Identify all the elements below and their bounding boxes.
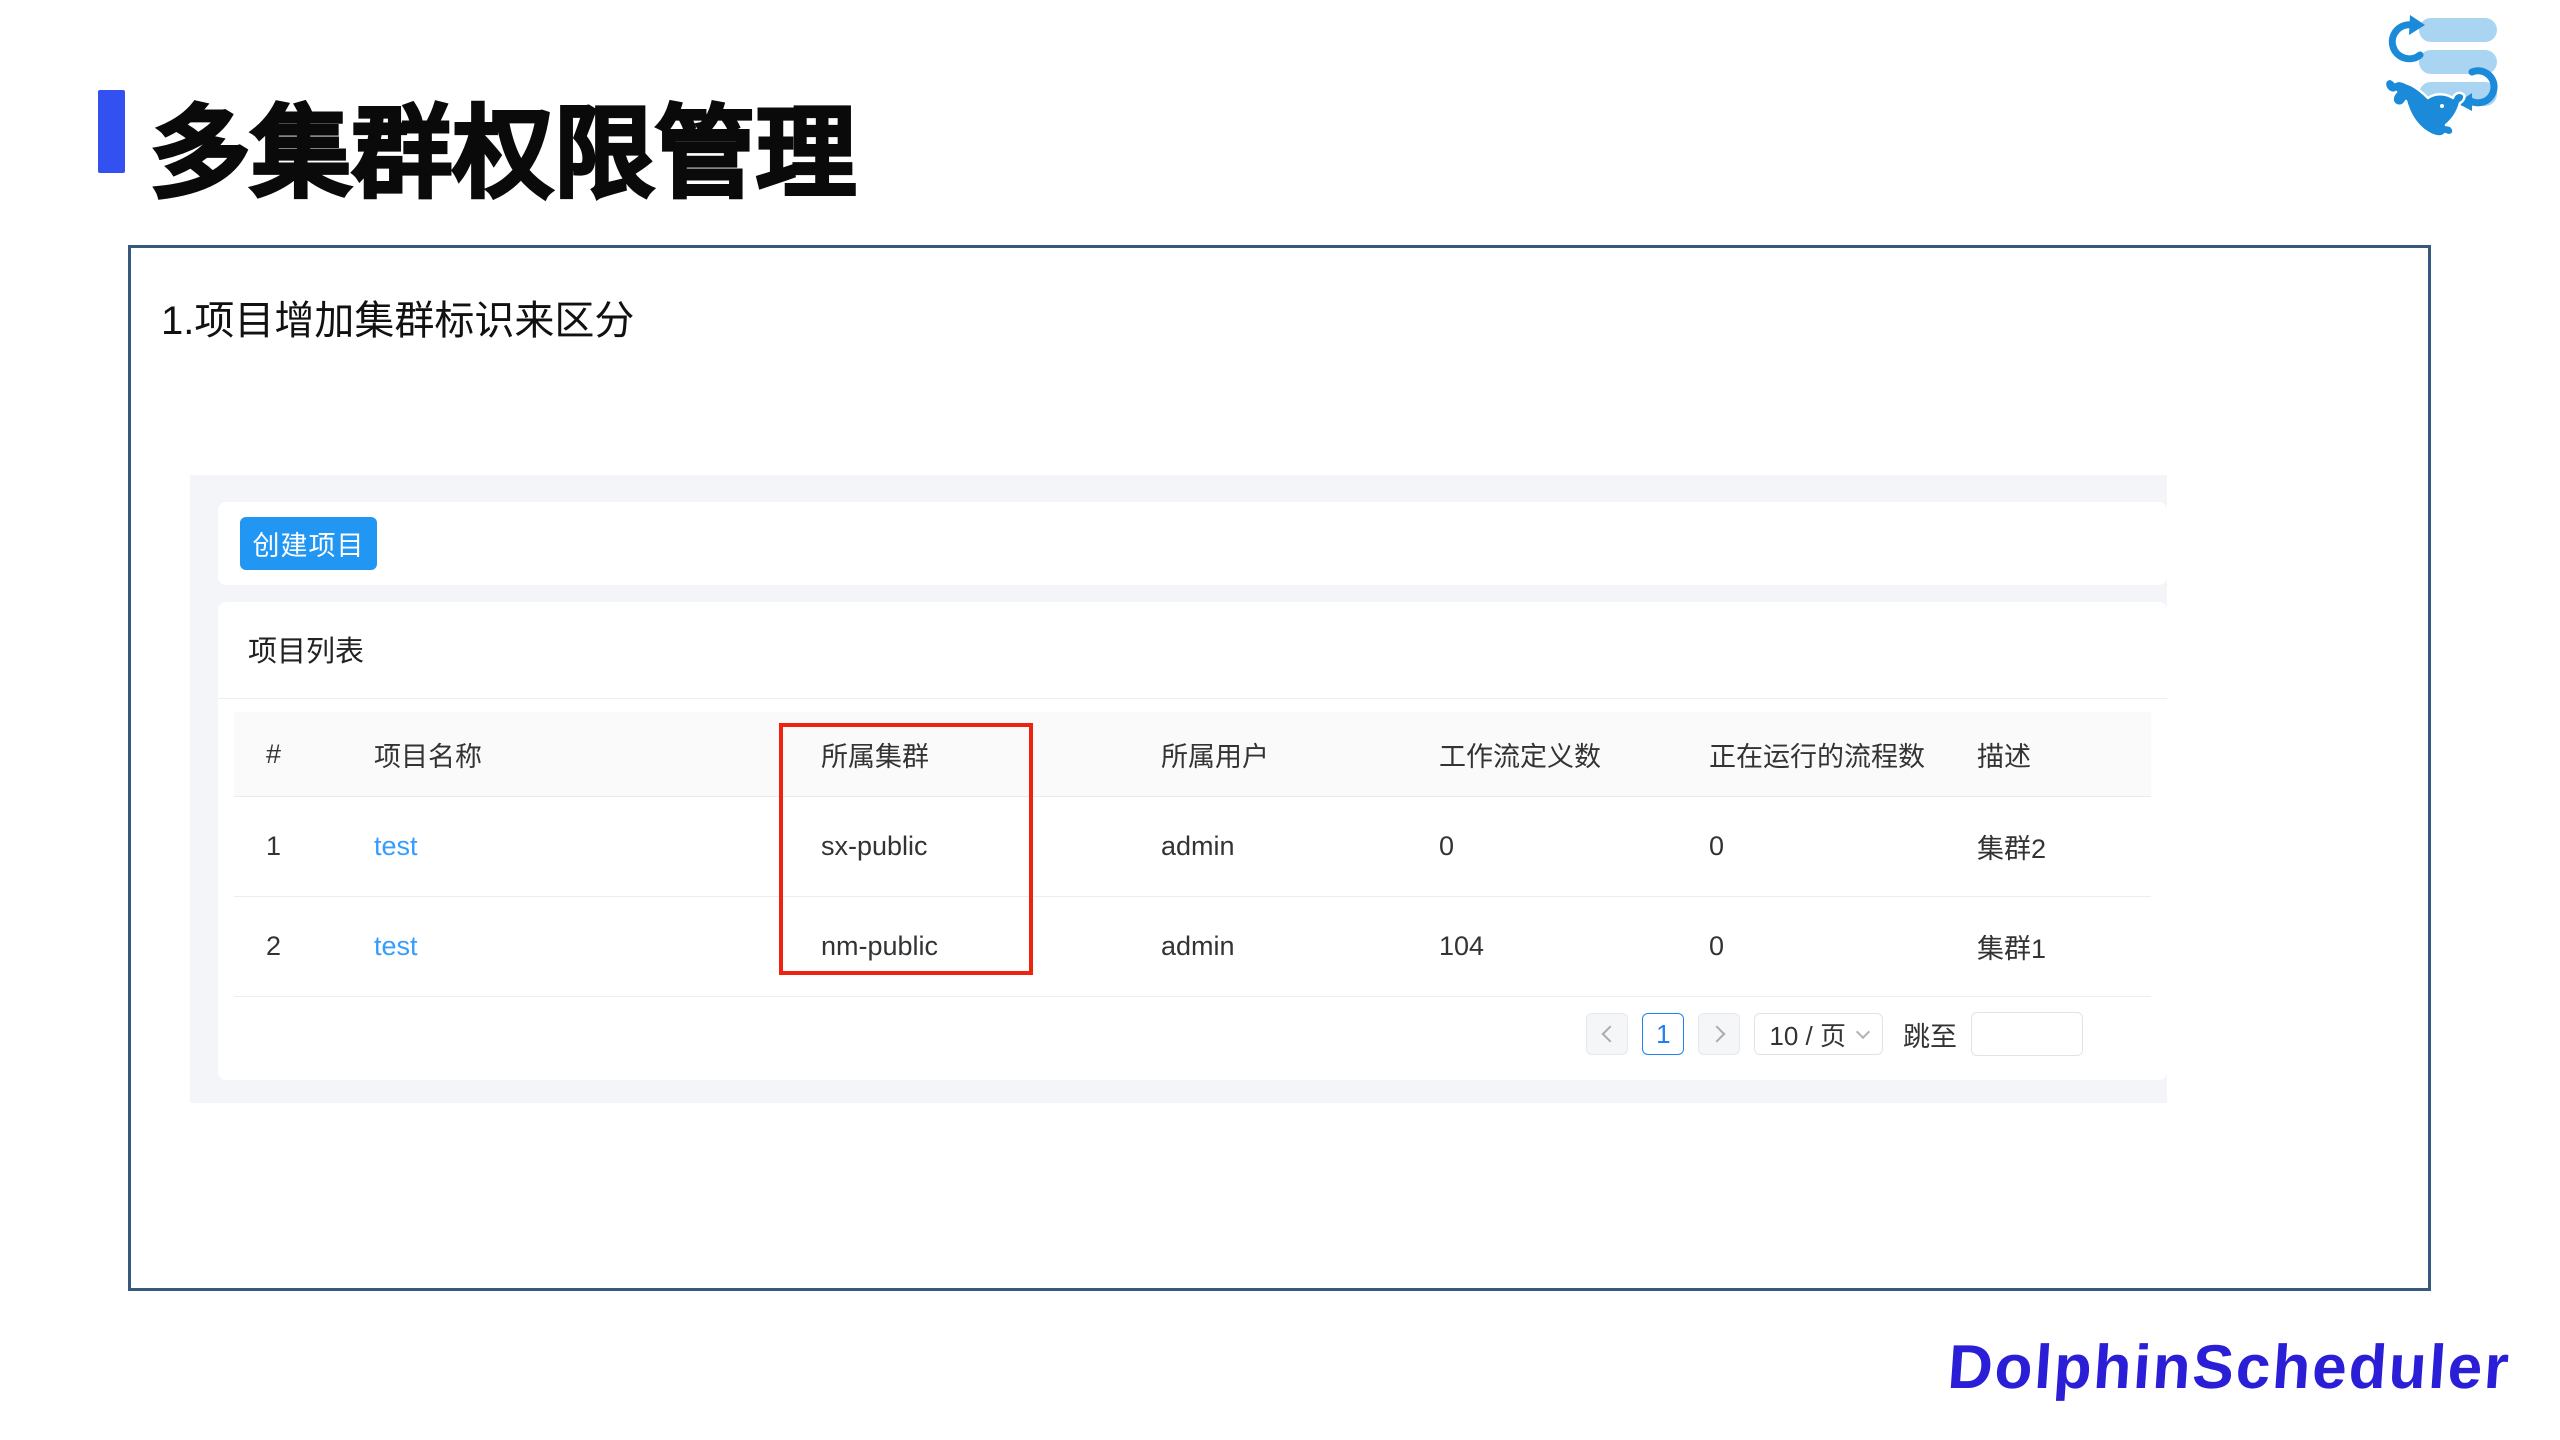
column-header-owner: 所属用户 — [1129, 712, 1407, 797]
column-header-cluster: 所属集群 — [789, 712, 1129, 797]
title-accent-bar — [98, 90, 125, 173]
page-title: 多集群权限管理 — [150, 72, 857, 217]
dolphinscheduler-logo — [2378, 6, 2506, 146]
table-cell-workflow-count: 104 — [1407, 897, 1677, 997]
card-divider — [218, 698, 2167, 699]
table-cell-index: 1 — [234, 797, 342, 897]
project-list-card: 项目列表 # 项目名称 所属集群 所属用户 工作流定义数 正在运行的流程数 描述… — [218, 602, 2167, 1080]
pagination-prev-button[interactable] — [1586, 1013, 1628, 1055]
chevron-down-icon — [1856, 1024, 1870, 1038]
table-cell-description: 集群1 — [1945, 897, 2151, 997]
table-cell-owner: admin — [1129, 897, 1407, 997]
content-box: 1.项目增加集群标识来区分 创建项目 项目列表 # 项目名称 所属集群 所属用户… — [128, 245, 2431, 1291]
table-cell-cluster: nm-public — [789, 897, 1129, 997]
pagination-next-button[interactable] — [1698, 1013, 1740, 1055]
toolbar-card: 创建项目 — [218, 502, 2167, 585]
column-header-workflow-count: 工作流定义数 — [1407, 712, 1677, 797]
list-title: 项目列表 — [248, 628, 364, 670]
pagination-page-1-button[interactable]: 1 — [1642, 1013, 1684, 1055]
app-screenshot-panel: 创建项目 项目列表 # 项目名称 所属集群 所属用户 工作流定义数 正在运行的流… — [190, 475, 2167, 1103]
table-cell-workflow-count: 0 — [1407, 797, 1677, 897]
pagination: 1 10 / 页 跳至 — [1586, 1012, 2083, 1056]
jump-to-label: 跳至 — [1903, 1015, 1957, 1054]
create-project-button[interactable]: 创建项目 — [240, 517, 377, 570]
table-cell-description: 集群2 — [1945, 797, 2151, 897]
table-cell-running-count: 0 — [1677, 797, 1945, 897]
table-cell-index: 2 — [234, 897, 342, 997]
table-cell-running-count: 0 — [1677, 897, 1945, 997]
table-cell-project-name: test — [342, 797, 789, 897]
column-header-running-count: 正在运行的流程数 — [1677, 712, 1945, 797]
chevron-left-icon — [1601, 1026, 1618, 1043]
refresh-arrow-left-icon — [2392, 15, 2425, 59]
project-link[interactable]: test — [374, 931, 418, 962]
jump-to-page-input[interactable] — [1971, 1012, 2083, 1056]
page-size-value: 10 / 页 — [1769, 1016, 1846, 1053]
column-header-description: 描述 — [1945, 712, 2151, 797]
slide: 多集群权限管理 1.项目增加集群标识来区分 创建项目 — [0, 0, 2560, 1440]
column-header-index: # — [234, 712, 342, 797]
chevron-right-icon — [1708, 1026, 1725, 1043]
table-cell-cluster: sx-public — [789, 797, 1129, 897]
section-caption: 1.项目增加集群标识来区分 — [161, 288, 634, 346]
page-size-select[interactable]: 10 / 页 — [1754, 1013, 1883, 1055]
table-cell-owner: admin — [1129, 797, 1407, 897]
project-table: # 项目名称 所属集群 所属用户 工作流定义数 正在运行的流程数 描述 1 te… — [234, 712, 2151, 997]
column-header-project-name: 项目名称 — [342, 712, 789, 797]
table-cell-project-name: test — [342, 897, 789, 997]
project-link[interactable]: test — [374, 831, 418, 862]
dolphinscheduler-watermark: DolphinScheduler — [1945, 1332, 2512, 1403]
